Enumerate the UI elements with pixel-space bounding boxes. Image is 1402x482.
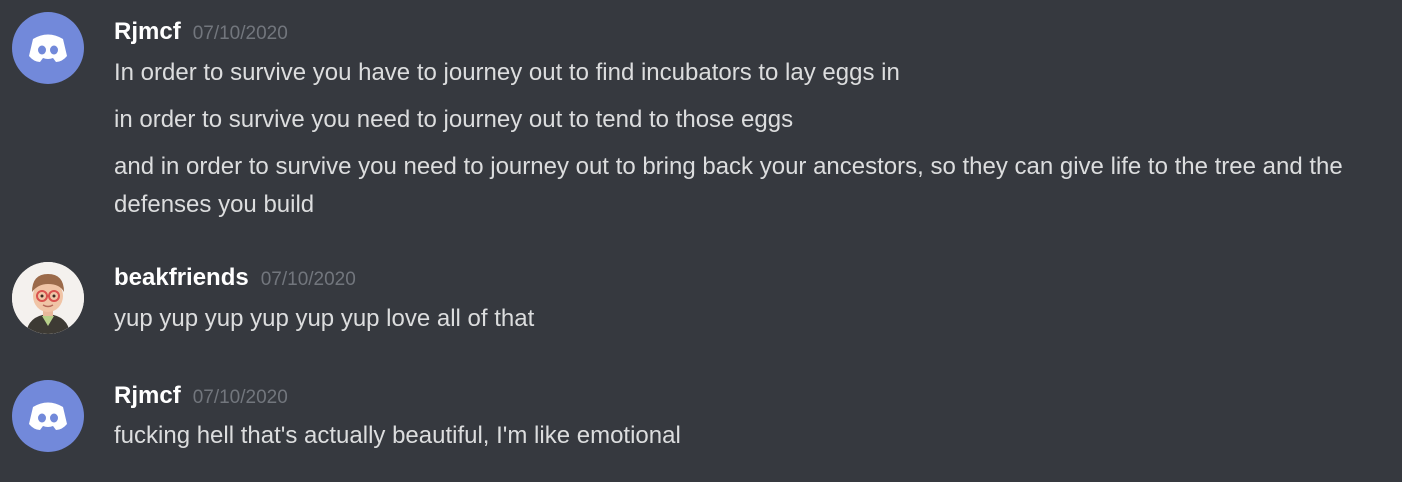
message-header: beakfriends 07/10/2020 <box>114 264 356 292</box>
message-text: and in order to survive you need to jour… <box>114 153 1343 218</box>
username[interactable]: Rjmcf <box>114 18 181 45</box>
username[interactable]: Rjmcf <box>114 382 181 409</box>
message-text: in order to survive you need to journey … <box>114 106 794 133</box>
message-text: In order to survive you have to journey … <box>114 59 900 86</box>
message-text: fucking hell that's actually beautiful, … <box>114 422 681 449</box>
timestamp[interactable]: 07/10/2020 <box>193 23 288 44</box>
message-header: Rjmcf 07/10/2020 <box>114 382 288 410</box>
user-avatar-icon[interactable] <box>12 262 84 334</box>
username[interactable]: beakfriends <box>114 264 249 291</box>
timestamp[interactable]: 07/10/2020 <box>193 387 288 408</box>
timestamp[interactable]: 07/10/2020 <box>261 269 356 290</box>
discord-default-avatar-icon[interactable] <box>12 380 84 452</box>
discord-default-avatar-icon[interactable] <box>12 12 84 84</box>
message-header: Rjmcf 07/10/2020 <box>114 18 288 46</box>
message-text: yup yup yup yup yup yup love all of that <box>114 305 535 332</box>
